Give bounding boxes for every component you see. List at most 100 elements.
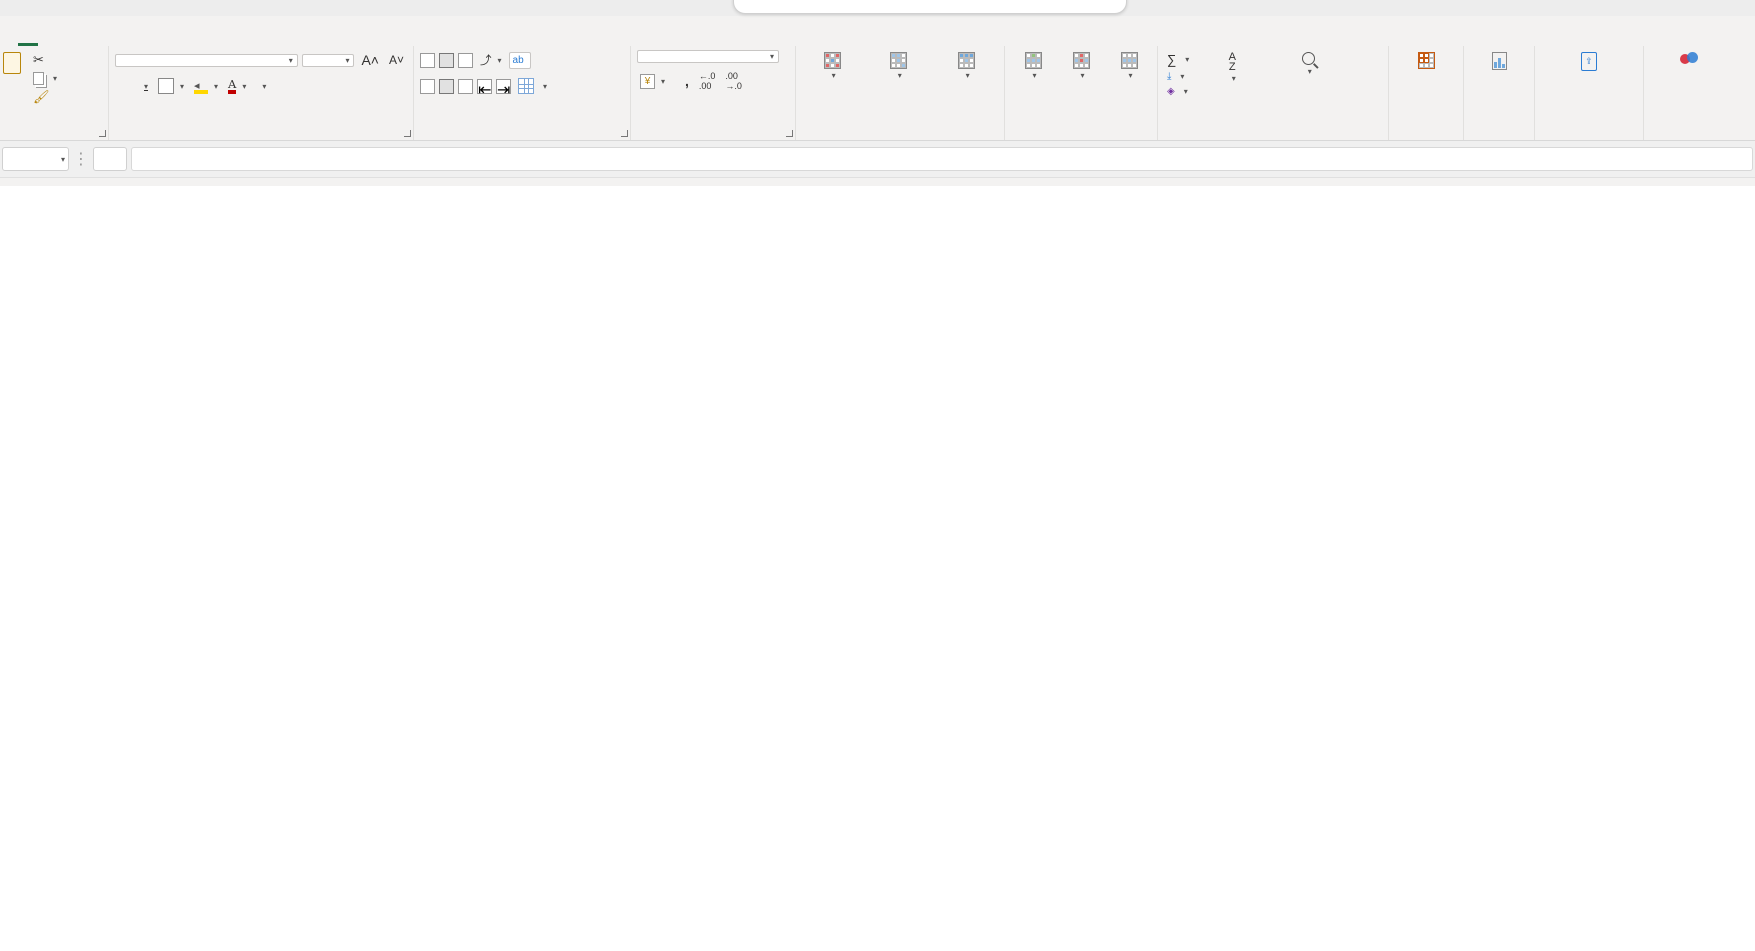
sort-filter-button[interactable]: AZ ▾ [1196, 50, 1268, 87]
alignment-dialog-launcher[interactable] [621, 130, 628, 137]
font-name-select[interactable]: ▾ [115, 54, 298, 67]
formula-input[interactable] [131, 147, 1753, 171]
group-acrobat: ⇪ [1535, 46, 1644, 140]
copy-button[interactable]: ▾ [30, 70, 60, 87]
insert-cells-button[interactable]: ▾ [1020, 50, 1047, 84]
increase-indent-icon[interactable]: ⇥ [496, 79, 511, 94]
sheet [0, 186, 1755, 951]
find-select-button[interactable]: ▾ [1272, 50, 1344, 80]
tab-acrobat[interactable] [178, 36, 198, 46]
fill-color-button[interactable]: ◂▾ [191, 77, 221, 96]
delete-cells-button[interactable]: ▾ [1068, 50, 1095, 84]
paste-button[interactable] [0, 50, 26, 76]
tab-data[interactable] [98, 36, 118, 46]
number-dialog-launcher[interactable] [786, 130, 793, 137]
clear-button[interactable]: ◈▾ [1164, 84, 1192, 99]
decrease-indent-icon[interactable]: ⇤ [477, 79, 492, 94]
ribbon-tab-bar [0, 16, 1755, 46]
align-middle-icon[interactable] [439, 53, 454, 68]
font-dialog-launcher[interactable] [404, 130, 411, 137]
wrap-text-button[interactable]: ab [509, 52, 531, 69]
align-left-icon[interactable] [420, 79, 435, 94]
scissors-icon: ✂ [33, 52, 44, 68]
fill-button[interactable]: ⤓▾ [1164, 69, 1192, 84]
align-right-icon[interactable] [458, 79, 473, 94]
bold-button[interactable] [115, 84, 121, 88]
analyze-data-icon [1492, 52, 1507, 70]
orientation-button[interactable]: ⤴▾ [477, 50, 505, 70]
group-addins [1389, 46, 1464, 140]
group-alignment: ⤴▾ ab ⇤ ⇥ ▾ [414, 46, 631, 140]
name-box[interactable]: ▾ [2, 147, 69, 171]
ribbon: ✂ ▾ 🖌 ▾ ▾ A˄ A˅ ▾ ▾ ◂▾ A▾ ▾ [0, 46, 1755, 141]
baidu-netdisk-icon [1680, 52, 1698, 66]
tab-formulas[interactable] [78, 36, 98, 46]
group-analyze [1464, 46, 1535, 140]
merge-center-icon [518, 78, 534, 94]
format-cells-button[interactable]: ▾ [1116, 50, 1143, 84]
group-clipboard: ✂ ▾ 🖌 [0, 46, 109, 140]
group-styles: ▾ ▾ ▾ [796, 46, 1005, 140]
decrease-decimal-icon[interactable]: .00→.0 [722, 69, 745, 93]
increase-decimal-icon[interactable]: ←.0.00 [696, 69, 719, 93]
sort-filter-icon: AZ [1229, 52, 1236, 72]
phonetic-button[interactable]: ▾ [253, 80, 269, 93]
format-painter-icon: 🖌 [33, 89, 50, 105]
font-size-select[interactable]: ▾ [302, 54, 355, 67]
percent-button[interactable] [672, 79, 678, 83]
tab-home[interactable] [18, 33, 38, 46]
search-box[interactable] [733, 0, 1127, 14]
currency-icon: ¥ [640, 74, 655, 89]
clipboard-dialog-launcher[interactable] [99, 130, 106, 137]
tab-file-partial[interactable] [0, 36, 18, 46]
addins-button[interactable] [1395, 50, 1457, 71]
formula-bar: ▾ ⋮ [0, 141, 1755, 178]
delete-cells-icon [1073, 52, 1090, 69]
ribbon-grid-gap [0, 178, 1755, 186]
sigma-icon: ∑ [1167, 52, 1176, 67]
number-format-select[interactable]: ▾ [637, 50, 779, 63]
save-to-baidu-button[interactable] [1650, 50, 1728, 68]
format-as-table-icon [890, 52, 907, 69]
format-painter-button[interactable]: 🖌 [30, 87, 60, 107]
comma-style-button[interactable]: , [682, 71, 692, 91]
format-as-table-button[interactable]: ▾ [866, 50, 930, 84]
tab-insert[interactable] [38, 36, 58, 46]
copy-icon [33, 72, 44, 85]
group-font: ▾ ▾ A˄ A˅ ▾ ▾ ◂▾ A▾ ▾ [109, 46, 414, 140]
tab-baidu-netdisk[interactable] [198, 36, 218, 46]
fill-color-icon: ◂ [194, 79, 208, 94]
clipboard-icon [3, 52, 21, 74]
font-color-button[interactable]: A▾ [225, 76, 249, 96]
tab-review[interactable] [118, 36, 138, 46]
increase-font-icon[interactable]: A˄ [358, 50, 382, 70]
align-center-icon[interactable] [439, 79, 454, 94]
group-cells: ▾ ▾ ▾ [1005, 46, 1158, 140]
tab-help[interactable] [158, 36, 178, 46]
create-pdf-button[interactable]: ⇪ [1541, 50, 1637, 73]
align-bottom-icon[interactable] [458, 53, 473, 68]
borders-button[interactable]: ▾ [155, 76, 187, 96]
analyze-data-button[interactable] [1470, 50, 1528, 72]
font-color-icon: A [228, 78, 236, 94]
group-editing: ∑▾ ⤓▾ ◈▾ AZ ▾ ▾ [1158, 46, 1389, 140]
autosum-button[interactable]: ∑▾ [1164, 50, 1192, 69]
tab-view[interactable] [138, 36, 158, 46]
decrease-font-icon[interactable]: A˅ [386, 51, 407, 69]
adobe-pdf-icon: ⇪ [1581, 52, 1597, 71]
wrap-text-icon: ab [513, 55, 524, 66]
insert-cells-icon [1025, 52, 1042, 69]
format-cells-icon [1121, 52, 1138, 69]
conditional-formatting-button[interactable]: ▾ [802, 50, 862, 84]
cut-button[interactable]: ✂ [30, 50, 60, 70]
title-bar [0, 0, 1755, 16]
merge-center-button[interactable]: ▾ [515, 76, 550, 96]
fill-down-icon: ⤓ [1167, 71, 1171, 82]
underline-button[interactable]: ▾ [135, 80, 151, 93]
align-top-icon[interactable] [420, 53, 435, 68]
group-save-baidu [1644, 46, 1734, 140]
cell-styles-button[interactable]: ▾ [934, 50, 998, 84]
italic-button[interactable] [125, 84, 131, 88]
tab-page-layout[interactable] [58, 36, 78, 46]
accounting-format-button[interactable]: ¥▾ [637, 72, 668, 91]
